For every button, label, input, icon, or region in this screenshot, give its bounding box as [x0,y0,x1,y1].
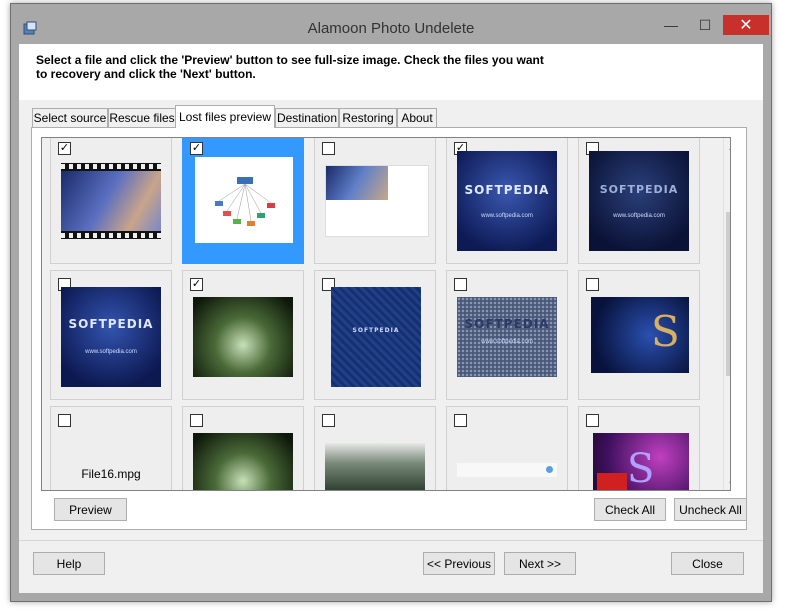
softpedia-thumbnail: SOFTPEDIA www.softpedia.com [61,287,161,387]
tab-about[interactable]: About [397,108,437,127]
file-thumbnail-cell[interactable]: SOFTPEDIA www.softpedia.com [578,138,700,264]
maximize-button[interactable]: ☐ [691,15,719,35]
softpedia-thumbnail: SOFTPEDIA www.softpedia.com [589,151,689,251]
softpedia-thumbnail: SOFTPEDIA www.softpedia.com [457,297,557,377]
file-thumbnail-cell[interactable]: SOFTPEDIA www.softpedia.com [50,270,172,400]
softpedia-url-text: www.softpedia.com [613,213,665,219]
document-thumbnail [457,463,557,477]
file-thumbnail-cell[interactable] [314,138,436,264]
previous-button[interactable]: << Previous [423,552,495,575]
tab-lost-files-preview[interactable]: Lost files preview [175,105,275,128]
forest-thumbnail [193,433,293,490]
file-checkbox[interactable] [190,414,203,427]
file-thumbnail-cell[interactable]: ✓ [50,138,172,264]
help-button[interactable]: Help [33,552,105,575]
title-bar: Alamoon Photo Undelete — ☐ ✕ [11,4,771,44]
file-name-label: File16.mpg [81,467,141,481]
forest-thumbnail [193,297,293,377]
softpedia-logo-text: SOFTPEDIA [599,183,679,196]
softpedia-logo-text: SOFTPEDIA [464,317,550,331]
tab-rescue-files[interactable]: Rescue files [108,108,176,127]
file-checkbox[interactable] [586,414,599,427]
softpedia-url-text: www.softpedia.com [481,213,533,219]
file-checkbox[interactable] [322,142,335,155]
close-window-button[interactable]: ✕ [723,15,769,35]
next-button[interactable]: Next >> [504,552,576,575]
file-checkbox[interactable]: ✓ [190,142,203,155]
close-button[interactable]: Close [671,552,744,575]
softpedia-logo-text: SOFTPEDIA [352,327,400,334]
file-checkbox[interactable]: ✓ [58,142,71,155]
file-thumbnail-cell[interactable]: ✓ [182,270,304,400]
scrollbar-thumb[interactable] [726,212,730,376]
check-all-button[interactable]: Check All [594,498,666,521]
file-thumbnail-cell[interactable]: ✓ [182,138,304,264]
softpedia-url-text: www.softpedia.com [481,339,533,345]
file-checkbox[interactable]: ✓ [190,278,203,291]
film-strip-thumbnail [61,163,161,239]
client-area: Select a file and click the 'Preview' bu… [19,44,763,593]
softpedia-url-text: www.softpedia.com [85,349,137,355]
scroll-up-arrow-icon[interactable]: ▲ [724,138,730,155]
file-thumbnail-cell[interactable]: S [578,270,700,400]
instruction-text: Select a file and click the 'Preview' bu… [36,53,544,81]
file-checkbox[interactable] [454,414,467,427]
forest-thumbnail [325,443,425,490]
file-thumbnail-cell[interactable] [446,406,568,490]
tab-destination[interactable]: Destination [275,108,339,127]
softpedia-thumbnail: SOFTPEDIA www.softpedia.com [457,151,557,251]
tab-select-source[interactable]: Select source [32,108,108,127]
file-thumbnail-cell[interactable]: S [578,406,700,490]
header-panel: Select a file and click the 'Preview' bu… [19,44,763,100]
minimize-button[interactable]: — [657,15,685,35]
thumbnail-grid: ✓ ✓ ✓ SOFTPEDIA www.softpedia.com SOFTPEDIA… [41,137,731,491]
colorful-thumbnail: S [593,433,689,490]
diagram-thumbnail [195,157,293,243]
softpedia-logo-text: SOFTPEDIA [464,183,550,197]
vertical-scrollbar[interactable]: ▲ ▼ [723,138,730,490]
fabric-thumbnail: SOFTPEDIA [331,287,421,387]
scroll-down-arrow-icon[interactable]: ▼ [724,475,730,490]
app-window: Alamoon Photo Undelete — ☐ ✕ Select a fi… [10,3,772,602]
separator [19,540,763,541]
file-thumbnail-cell[interactable]: File16.mpg [50,406,172,490]
tab-panel: ✓ ✓ ✓ SOFTPEDIA www.softpedia.com SOFTPEDIA… [31,127,747,530]
file-thumbnail-cell[interactable] [314,406,436,490]
softpedia-logo-text: SOFTPEDIA [68,317,154,331]
file-checkbox[interactable] [58,414,71,427]
file-checkbox[interactable] [454,278,467,291]
file-thumbnail-cell[interactable]: SOFTPEDIA [314,270,436,400]
file-thumbnail-cell[interactable]: SOFTPEDIA www.softpedia.com [446,270,568,400]
file-checkbox[interactable] [586,278,599,291]
s-logo-thumbnail: S [591,297,689,373]
preview-button[interactable]: Preview [54,498,127,521]
file-thumbnail-cell[interactable] [182,406,304,490]
file-checkbox[interactable] [322,414,335,427]
banner-thumbnail [325,165,429,237]
uncheck-all-button[interactable]: Uncheck All [674,498,747,521]
tab-restoring[interactable]: Restoring [339,108,397,127]
file-thumbnail-cell[interactable]: ✓ SOFTPEDIA www.softpedia.com [446,138,568,264]
